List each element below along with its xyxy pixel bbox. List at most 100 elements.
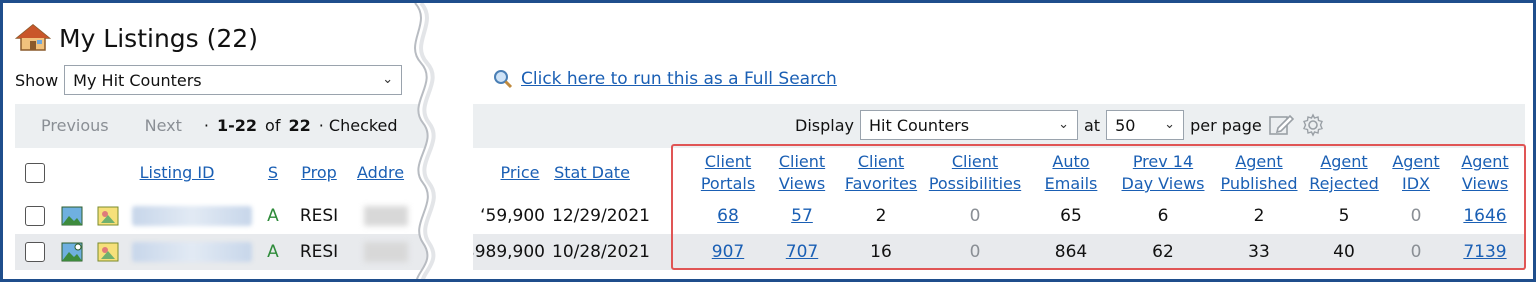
col-prev14-l1[interactable]: Prev 14 <box>1133 151 1193 173</box>
row-checkbox[interactable] <box>23 198 47 234</box>
prop-cell: RESI <box>299 205 339 226</box>
photo-icon[interactable] <box>61 198 83 234</box>
gallery-icon[interactable] <box>97 234 119 270</box>
col-agent-views-l2[interactable]: Views <box>1462 173 1508 195</box>
agent-idx-cell: 0 <box>1410 241 1422 262</box>
stat-date-cell: 10/28/2021 <box>552 241 650 262</box>
auto-emails-cell: 864 <box>1054 241 1088 262</box>
col-price[interactable]: Price <box>500 162 539 184</box>
col-client-possibilities-l2[interactable]: Possibilities <box>929 173 1021 195</box>
magnifier-icon <box>494 70 513 89</box>
listing-id-redacted[interactable] <box>131 198 253 234</box>
range-value: 1-22 <box>217 116 258 135</box>
client-views-cell[interactable]: 707 <box>786 241 818 264</box>
col-listing-id[interactable]: Listing ID <box>140 162 215 184</box>
col-client-favorites-l1[interactable]: Client <box>858 151 904 173</box>
per-page-value: 50 <box>1115 115 1136 135</box>
previous-button[interactable]: Previous <box>41 116 109 135</box>
house-icon <box>15 24 51 51</box>
agent-rejected-cell: 40 <box>1333 241 1355 262</box>
show-select-value: My Hit Counters <box>73 70 202 90</box>
status-cell: A <box>267 205 279 226</box>
address-redacted <box>361 234 411 270</box>
prev14-cell: 6 <box>1157 205 1169 226</box>
col-auto-emails-l2[interactable]: Emails <box>1045 173 1098 195</box>
col-address[interactable]: Addre <box>357 162 404 184</box>
col-client-views-l1[interactable]: Client <box>779 151 825 173</box>
agent-published-cell: 2 <box>1253 205 1265 226</box>
full-search-link[interactable]: Click here to run this as a Full Search <box>521 69 837 89</box>
price-cell: $989,900 <box>463 241 545 262</box>
prev14-cell: 62 <box>1152 241 1174 262</box>
chevron-down-icon: ⌄ <box>1058 117 1069 132</box>
page-title-text: My Listings (22) <box>59 23 258 53</box>
agent-idx-cell: 0 <box>1410 205 1422 226</box>
full-search: Click here to run this as a Full Search <box>493 69 837 89</box>
col-agent-idx-l2[interactable]: IDX <box>1402 173 1430 195</box>
table-row[interactable]: A RESI $989,900 10/28/2021 907 707 16 0 … <box>15 234 1525 270</box>
client-favorites-cell: 2 <box>875 205 887 226</box>
col-client-portals-l2[interactable]: Portals <box>701 173 755 195</box>
stat-date-cell: 12/29/2021 <box>552 205 650 226</box>
col-auto-emails-l1[interactable]: Auto <box>1052 151 1089 173</box>
agent-rejected-cell: 5 <box>1338 205 1350 226</box>
pager: Previous Next · 1-22 of 22 · Checked <box>41 116 398 135</box>
range-total: 22 <box>288 116 311 135</box>
col-agent-views-l1[interactable]: Agent <box>1461 151 1508 173</box>
display-label: Display <box>795 115 854 135</box>
col-agent-rejected-l1[interactable]: Agent <box>1320 151 1367 173</box>
select-all-checkbox[interactable] <box>23 148 47 198</box>
display-controls: Display Hit Counters ⌄ at 50 ⌄ per page <box>795 110 1326 140</box>
client-possibilities-cell: 0 <box>969 205 981 226</box>
toolbar: Previous Next · 1-22 of 22 · Checked Dis… <box>15 104 1525 148</box>
prop-cell: RESI <box>299 241 339 262</box>
gallery-icon[interactable] <box>97 198 119 234</box>
col-status[interactable]: S <box>268 162 278 184</box>
col-prev14-l2[interactable]: Day Views <box>1122 173 1205 195</box>
gear-icon[interactable] <box>1300 112 1326 138</box>
checked-label[interactable]: · Checked <box>319 116 398 135</box>
agent-published-cell: 33 <box>1248 241 1270 262</box>
chevron-down-icon: ⌄ <box>382 72 394 87</box>
range-of: of <box>265 116 281 135</box>
range-prefix: · <box>203 116 209 135</box>
show-select[interactable]: My Hit Counters ⌄ <box>64 65 403 95</box>
next-button[interactable]: Next <box>145 116 182 135</box>
photo-icon[interactable] <box>61 234 83 270</box>
agent-views-cell[interactable]: 1646 <box>1463 205 1506 228</box>
col-stat-date[interactable]: Stat Date <box>554 162 630 184</box>
col-client-favorites-l2[interactable]: Favorites <box>845 173 917 195</box>
col-client-portals-l1[interactable]: Client <box>705 151 751 173</box>
edit-icon[interactable] <box>1268 112 1294 138</box>
auto-emails-cell: 65 <box>1060 205 1082 226</box>
per-page-select[interactable]: 50 ⌄ <box>1106 110 1185 140</box>
listing-id-redacted[interactable] <box>131 234 253 270</box>
col-agent-published-l2[interactable]: Published <box>1220 173 1297 195</box>
agent-views-cell[interactable]: 7139 <box>1463 241 1506 264</box>
col-prop[interactable]: Prop <box>301 162 337 184</box>
client-portals-cell[interactable]: 907 <box>712 241 744 264</box>
display-select[interactable]: Hit Counters ⌄ <box>859 110 1078 140</box>
client-portals-cell[interactable]: 68 <box>717 205 739 228</box>
col-client-possibilities-l1[interactable]: Client <box>952 151 998 173</box>
row-checkbox[interactable] <box>23 234 47 270</box>
client-possibilities-cell: 0 <box>969 241 981 262</box>
page-title: My Listings (22) <box>15 23 258 53</box>
client-favorites-cell: 16 <box>870 241 892 262</box>
display-select-value: Hit Counters <box>868 115 970 135</box>
col-agent-published-l1[interactable]: Agent <box>1235 151 1282 173</box>
at-label: at <box>1083 115 1101 135</box>
show-filter: Show My Hit Counters ⌄ <box>15 65 403 95</box>
table-header: Listing ID S Prop Addre Price Stat Date … <box>15 148 1525 198</box>
col-agent-idx-l1[interactable]: Agent <box>1392 151 1439 173</box>
col-client-views-l2[interactable]: Views <box>779 173 825 195</box>
address-redacted <box>361 198 411 234</box>
price-cell: ʻ59,900 <box>480 205 545 226</box>
table-row[interactable]: A RESI ʻ59,900 12/29/2021 68 57 2 0 65 6… <box>15 198 1525 234</box>
client-views-cell[interactable]: 57 <box>791 205 813 228</box>
chevron-down-icon: ⌄ <box>1164 117 1176 132</box>
col-agent-rejected-l2[interactable]: Rejected <box>1309 173 1379 195</box>
per-page-label: per page <box>1190 115 1262 135</box>
show-label: Show <box>15 70 59 90</box>
listings-panel: My Listings (22) Show My Hit Counters ⌄ … <box>0 0 1536 282</box>
